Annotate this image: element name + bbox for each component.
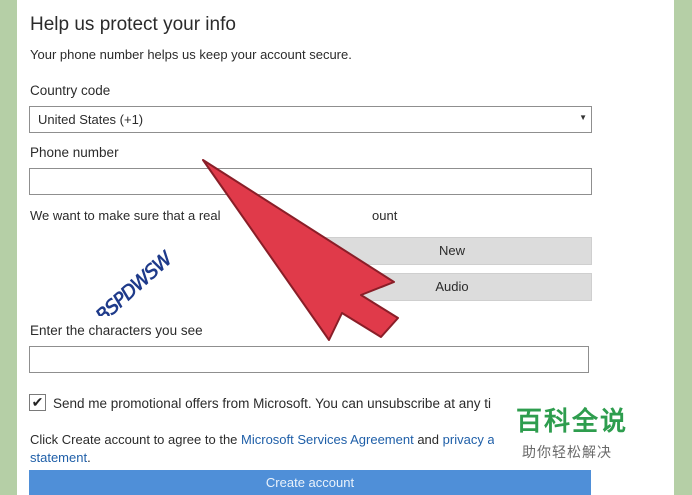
captcha-new-button[interactable]: New xyxy=(312,237,592,265)
country-code-label: Country code xyxy=(30,83,111,98)
watermark-logo-text: 百科全说 xyxy=(516,406,629,436)
privacy-link[interactable]: privacy a xyxy=(443,432,495,447)
country-code-value: United States (+1) xyxy=(38,112,144,127)
agreement-suffix: . xyxy=(87,450,91,465)
captcha-input-label: Enter the characters you see xyxy=(30,323,203,338)
privacy-link-continued[interactable]: statement xyxy=(30,450,87,465)
agreement-middle: to agree to the xyxy=(149,432,242,447)
phone-number-input[interactable] xyxy=(29,168,592,195)
agreement-bold: Create account xyxy=(61,432,150,447)
promo-checkbox[interactable]: ✔ xyxy=(29,394,46,411)
captcha-audio-button[interactable]: Audio xyxy=(312,273,592,301)
dropdown-arrow-icon: ▼ xyxy=(579,113,587,122)
captcha-input[interactable] xyxy=(29,346,589,373)
captcha-intro-text: We want to make sure that a real xyxy=(30,208,221,223)
phone-number-label: Phone number xyxy=(30,145,119,160)
page-title: Help us protect your info xyxy=(30,14,236,35)
create-account-button[interactable]: Create account xyxy=(29,470,591,495)
services-agreement-link[interactable]: Microsoft Services Agreement xyxy=(241,432,414,447)
agreement-text: Click Create account to agree to the Mic… xyxy=(30,431,500,467)
country-code-select[interactable]: United States (+1) ▼ xyxy=(29,106,592,133)
captcha-image: BSPDWSW xyxy=(75,236,178,327)
page-subtitle: Your phone number helps us keep your acc… xyxy=(30,47,352,62)
promo-text: Send me promotional offers from Microsof… xyxy=(53,396,491,411)
agreement-prefix: Click xyxy=(30,432,62,447)
watermark-tagline: 助你轻松解决 xyxy=(522,444,612,460)
agreement-and: and xyxy=(413,432,443,447)
captcha-intro-text-end: ount xyxy=(372,208,398,223)
svg-text:BSPDWSW: BSPDWSW xyxy=(92,247,171,316)
